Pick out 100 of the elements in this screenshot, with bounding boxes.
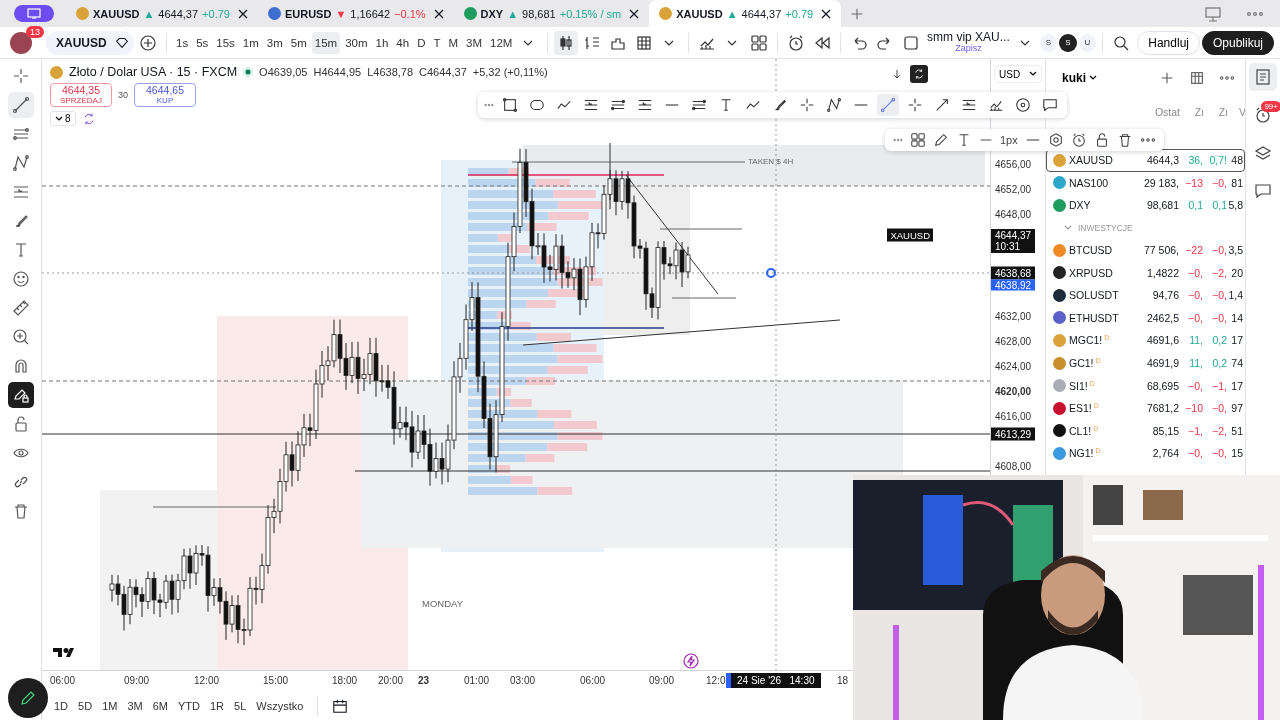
crosshair-icon[interactable] — [907, 97, 923, 113]
table-icon[interactable] — [1189, 70, 1205, 86]
interval-button[interactable]: M — [445, 31, 462, 54]
save-link[interactable]: Zapisz — [955, 44, 982, 54]
interval-button[interactable]: 3m — [263, 31, 286, 54]
browser-tab[interactable]: DXY ▲ 98,681 +0.15% / sm — [453, 0, 650, 27]
grid-icon[interactable] — [635, 33, 654, 52]
fib-icon[interactable] — [583, 97, 599, 113]
range-button[interactable]: 3M — [127, 700, 143, 712]
range-button[interactable]: 1M — [102, 700, 118, 712]
user-circle[interactable]: S — [1039, 33, 1058, 52]
symbol-name: SI1! — [1069, 379, 1088, 392]
layout-name[interactable]: smm vip XAU... — [927, 31, 1010, 45]
watchlist-row[interactable]: DXY 98,681 0,1 0,15,8 — [1046, 194, 1245, 217]
currency-dropdown[interactable]: USD — [994, 65, 1042, 83]
arrow-icon[interactable] — [934, 97, 950, 113]
range-button[interactable]: 5L — [234, 700, 247, 712]
interval-button[interactable]: 15s — [213, 31, 238, 54]
alarm-icon[interactable] — [1070, 132, 1087, 148]
watchlist-row[interactable]: NG1! $^{D}$ 2,764 −0, −0, 15 — [1046, 442, 1245, 465]
brush-icon[interactable] — [772, 97, 788, 113]
watchlist-row[interactable]: XRPUSD 1,4822 −0, −2, 20 — [1046, 261, 1245, 284]
range-button[interactable]: 1R — [209, 700, 225, 712]
app-logo[interactable] — [14, 5, 54, 22]
interval-button[interactable]: 5s — [193, 31, 212, 54]
interval-button[interactable]: 5m — [287, 31, 310, 54]
column-header[interactable]: Zı — [1204, 106, 1228, 118]
range-button[interactable]: YTD — [177, 700, 200, 712]
watchlist-row[interactable]: ETHUSDT 2462,5 −0, −0, 14 — [1046, 306, 1245, 330]
pencil-button[interactable] — [8, 678, 48, 718]
layout-icon[interactable] — [750, 33, 769, 52]
close-icon[interactable] — [433, 8, 444, 19]
close-icon[interactable] — [629, 8, 640, 19]
target-icon[interactable] — [1015, 97, 1031, 113]
watchlist-row[interactable]: SOLUSDT 94,76 −0, −0,1,4 — [1046, 283, 1245, 307]
calendar-icon[interactable] — [332, 698, 349, 714]
rect-icon[interactable] — [502, 97, 518, 113]
watchlist-row[interactable]: MGC1! $^{D}$ 4691,6 11, 0,2 17 — [1046, 329, 1245, 352]
interval-button[interactable]: D — [414, 31, 429, 54]
symbol-search-field[interactable]: XAUUSD — [46, 30, 135, 55]
watchlist-row[interactable]: GC1! $^{D}$ 4691,9 11, 0,2 74 — [1046, 351, 1245, 375]
sell-button[interactable]: 4644,35 SPRZEDAJ — [50, 83, 112, 107]
browser-tab[interactable]: EURUSD ▼ 1,16642 −0.1% — [257, 0, 454, 27]
add-icon[interactable] — [139, 33, 158, 52]
template-icon[interactable] — [910, 132, 926, 148]
interval-button[interactable]: 15m — [311, 31, 341, 54]
column-header[interactable]: Zı — [1180, 106, 1204, 118]
channel-icon[interactable] — [610, 97, 626, 113]
interval-button[interactable]: 4h — [393, 31, 413, 54]
trade-button[interactable]: Handluj — [1137, 30, 1200, 55]
pencil-icon[interactable] — [933, 132, 949, 148]
watchlist-icon[interactable] — [1254, 68, 1272, 86]
pencil-icon[interactable] — [19, 689, 37, 707]
line-width-button[interactable]: 1px — [1000, 134, 1018, 146]
scroll-down-icon[interactable] — [891, 68, 903, 80]
watchlist-row[interactable]: BTCUSD 77 506, −22 −0,3,5 — [1046, 238, 1245, 262]
watchlist-row[interactable]: XAUUSD 4644,3 36, 0,7! 48 — [1046, 149, 1245, 172]
crosshair-icon[interactable] — [799, 97, 815, 113]
range-button[interactable]: 6M — [152, 700, 168, 712]
interval-button[interactable]: 1h — [372, 31, 392, 54]
watchlist-row[interactable]: ES1! $^{D}$ 7681,2 −10 −0, 97 — [1046, 396, 1245, 420]
publish-button[interactable]: Opublikuj — [1202, 30, 1274, 55]
alarm-icon[interactable] — [787, 33, 806, 52]
watchlist-row[interactable]: SI1! $^{D}$ 68,695 −0, −1, 17 — [1046, 374, 1245, 397]
user-circle[interactable]: U — [1078, 33, 1097, 52]
interval-button[interactable]: 30m — [342, 31, 371, 54]
monitor-icon[interactable] — [1204, 4, 1222, 23]
watchlist-name[interactable]: kuki — [1056, 70, 1103, 86]
autoscale-icon[interactable] — [913, 68, 925, 80]
comment-icon[interactable] — [1042, 97, 1058, 113]
watchlist-row[interactable]: CL1! $^{D}$ 85,15 −1, −2, 51 — [1046, 419, 1245, 443]
settings-icon[interactable] — [1047, 132, 1064, 148]
chat-icon[interactable] — [1254, 182, 1272, 200]
interval-button[interactable]: T — [430, 31, 444, 54]
interval-button[interactable]: 12M — [487, 31, 516, 54]
browser-tab[interactable]: XAUUSD ▲ 4644,37 +0.79 — [66, 0, 258, 27]
search-icon[interactable] — [1112, 33, 1131, 52]
watchlist-row[interactable]: NAS100 29 183, −13 −0, 81 — [1046, 171, 1245, 195]
lightning-icon[interactable] — [683, 653, 699, 669]
square-icon[interactable] — [902, 33, 921, 52]
close-icon[interactable] — [237, 8, 248, 19]
fib-icon[interactable] — [961, 97, 977, 113]
range-button[interactable]: 5D — [78, 700, 93, 712]
buy-button[interactable]: 4644,65 KUP — [134, 83, 196, 107]
browser-tab[interactable]: XAUUSD ▲ 4644,37 +0.79 — [649, 0, 842, 27]
line-icon[interactable] — [880, 97, 896, 113]
interval-button[interactable]: 1m — [239, 31, 262, 54]
indicators-toggle[interactable]: 8 — [50, 111, 76, 126]
user-circle[interactable]: S — [1059, 33, 1077, 52]
interval-button[interactable]: 1s — [173, 31, 192, 54]
pattern-icon[interactable] — [826, 97, 842, 113]
interval-button[interactable]: 3M — [463, 31, 486, 54]
close-icon[interactable] — [821, 8, 832, 19]
user-avatar[interactable] — [10, 31, 32, 54]
column-header[interactable]: Ostat — [1134, 106, 1180, 118]
channel-icon[interactable] — [691, 97, 707, 113]
range-button[interactable]: Wszystko — [256, 700, 304, 712]
layers-icon[interactable] — [1254, 144, 1272, 162]
fib-icon[interactable] — [637, 97, 653, 113]
range-button[interactable]: 1D — [54, 700, 69, 712]
